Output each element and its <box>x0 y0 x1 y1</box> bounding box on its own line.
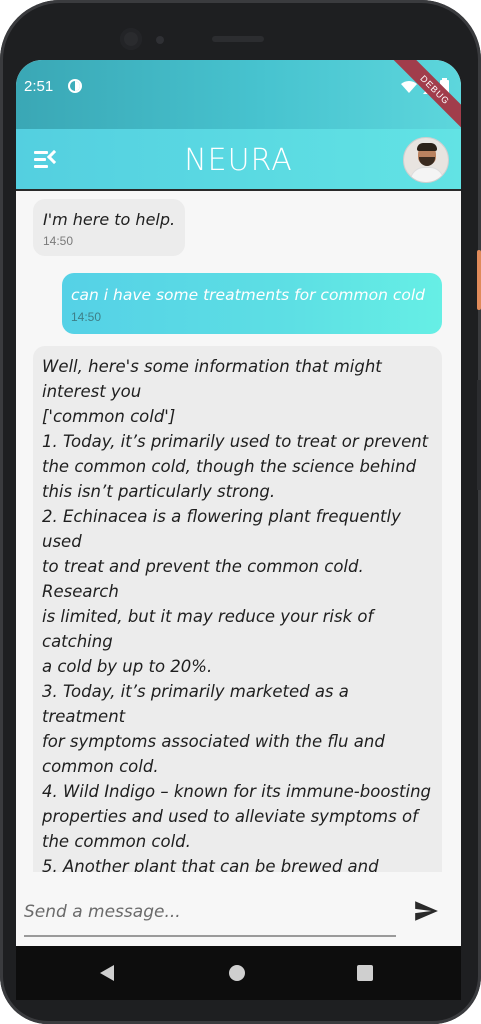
status-time: 2:51 <box>24 78 54 95</box>
system-nav-bar <box>16 946 461 1000</box>
message-text: can i have some treatments for common co… <box>71 286 426 304</box>
power-button <box>477 250 481 310</box>
front-camera <box>120 28 142 50</box>
sync-status-icon <box>68 79 82 93</box>
message-bubble-user: can i have some treatments for common co… <box>62 273 442 334</box>
message-time: 14:50 <box>71 310 102 324</box>
message-bubble-bot: I'm here to help. 14:50 <box>33 199 186 256</box>
input-underline <box>24 935 396 937</box>
camera-sensor <box>156 36 164 44</box>
send-icon[interactable] <box>412 898 440 924</box>
nav-home-icon[interactable] <box>229 965 245 981</box>
message-bubble-bot: Well, here's some information that might… <box>33 346 442 872</box>
message-text: I'm here to help. <box>43 210 176 229</box>
volume-button <box>477 380 481 490</box>
message-input[interactable] <box>24 900 396 924</box>
debug-banner: DEBUG <box>386 60 461 139</box>
status-bar: 2:51 DEBUG <box>16 60 461 139</box>
message-time: 14:50 <box>43 234 74 248</box>
nav-back-icon[interactable] <box>100 965 114 981</box>
app-bar: NEURA <box>16 129 461 191</box>
app-screen: 2:51 DEBUG NEURA I'm here to help. 14:50… <box>16 60 461 946</box>
chat-list[interactable]: I'm here to help. 14:50 can i have some … <box>16 191 461 872</box>
composer <box>16 872 461 946</box>
earpiece-speaker <box>212 36 264 42</box>
avatar[interactable] <box>403 137 449 183</box>
message-text: Well, here's some information that might… <box>42 357 432 872</box>
nav-recent-icon[interactable] <box>357 965 373 981</box>
app-title: NEURA <box>184 143 293 178</box>
